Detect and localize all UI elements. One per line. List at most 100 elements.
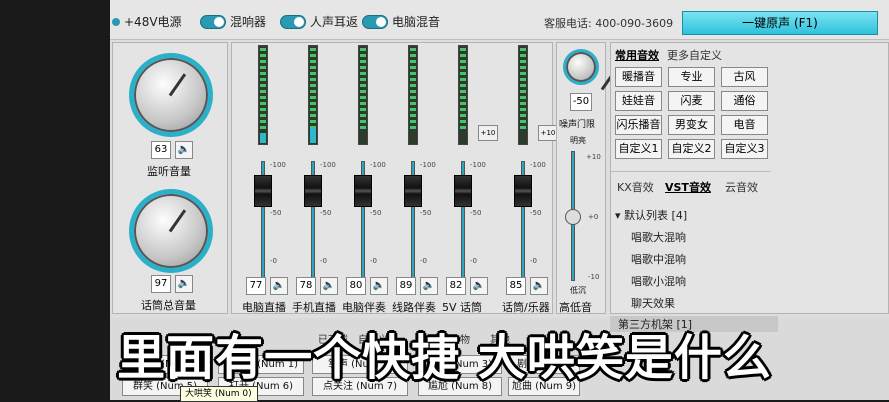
- meter-segment: [520, 114, 526, 117]
- effect-preset-button[interactable]: 闪麦: [668, 91, 715, 111]
- boost-plus10-button[interactable]: +10: [538, 125, 558, 141]
- fader-handle[interactable]: [254, 175, 272, 207]
- level-meter: [308, 45, 318, 145]
- speaker-icon[interactable]: 🔈: [420, 277, 438, 295]
- level-meter: [518, 45, 528, 145]
- noise-gate-value[interactable]: -50: [570, 93, 592, 111]
- meter-segment: [310, 78, 316, 81]
- fader-handle[interactable]: [404, 175, 422, 207]
- third-party-rack-group[interactable]: 第三方机架 [1]: [610, 316, 778, 332]
- channel-volume-value[interactable]: 77: [246, 277, 266, 295]
- monitor-volume-value[interactable]: 63: [151, 141, 171, 159]
- level-meter: [408, 45, 418, 145]
- fader-tick: -0: [420, 257, 427, 265]
- channel-volume-value[interactable]: 89: [396, 277, 416, 295]
- fader-tick: -0: [370, 257, 377, 265]
- meter-segment: [410, 84, 416, 87]
- sound-effect-button[interactable]: 掌声 (Num 2): [312, 355, 408, 374]
- meter-segment: [520, 84, 526, 87]
- meter-segment: [520, 126, 526, 129]
- fader-handle[interactable]: [454, 175, 472, 207]
- meter-segment: [460, 48, 466, 51]
- tab-downloaded[interactable]: 已下载: [318, 331, 348, 346]
- fader-tick: -100: [470, 161, 486, 169]
- fader-handle[interactable]: [514, 175, 532, 207]
- service-phone: 客服电话: 400-090-3609: [544, 17, 674, 30]
- meter-segment: [360, 102, 366, 105]
- effect-preset-button[interactable]: 自定义2: [668, 139, 715, 159]
- channel-volume-value[interactable]: 80: [346, 277, 366, 295]
- vocal-monitor-label: 人声耳返: [310, 15, 359, 29]
- speaker-icon[interactable]: 🔈: [175, 141, 193, 159]
- monitor-volume-knob[interactable]: [129, 53, 213, 137]
- speaker-icon[interactable]: 🔈: [370, 277, 388, 295]
- sound-effect-button[interactable]: 鼓励 (Num 3): [418, 355, 502, 374]
- speaker-icon[interactable]: 🔈: [270, 277, 288, 295]
- speaker-icon[interactable]: 🔈: [320, 277, 338, 295]
- fader-tick: -100: [320, 161, 336, 169]
- effect-preset-button[interactable]: 娃娃音: [615, 91, 662, 111]
- sound-effect-button[interactable]: 尴尬 (Num 8): [418, 377, 502, 396]
- effect-preset-button[interactable]: 自定义3: [721, 139, 768, 159]
- speaker-icon[interactable]: 🔈: [175, 275, 193, 293]
- list-item[interactable]: 唱歌大混响: [631, 229, 686, 245]
- meter-segment: [310, 48, 316, 51]
- mic-master-value[interactable]: 97: [151, 275, 171, 293]
- meter-segment: [410, 114, 416, 117]
- volume-knobs-panel: 63 🔈 监听音量 97 🔈 话筒总音量: [112, 42, 228, 314]
- effect-preset-button[interactable]: 男变女: [668, 115, 715, 135]
- bass-treble-handle[interactable]: [565, 209, 581, 225]
- noise-gate-knob[interactable]: [563, 49, 599, 85]
- sound-effect-button[interactable]: 大哄笑 (Num 0): [122, 355, 208, 374]
- sound-effect-button[interactable]: 剧 (Num 4): [508, 355, 580, 374]
- pc-mix-toggle[interactable]: 电脑混音: [362, 13, 440, 30]
- effect-preset-button[interactable]: 暖播音: [615, 67, 662, 87]
- tab-cloud-effects[interactable]: 云音效: [725, 179, 758, 195]
- list-item[interactable]: 聊天效果: [631, 295, 675, 311]
- list-item[interactable]: 唱歌小混响: [631, 273, 686, 289]
- effects-panel: 常用音效 更多自定义 KX音效 VST音效 云音效 ▾ 默认列表 [4] 唱歌大…: [610, 42, 889, 314]
- speaker-icon[interactable]: 🔈: [530, 277, 548, 295]
- default-list-group[interactable]: ▾ 默认列表 [4]: [615, 207, 687, 223]
- fader-tick: -50: [270, 209, 282, 217]
- meter-segment: [260, 102, 266, 105]
- effect-preset-button[interactable]: 电音: [721, 115, 768, 135]
- effect-preset-button[interactable]: 闪乐播音: [615, 115, 662, 135]
- mic-master-knob[interactable]: [129, 189, 213, 273]
- meter-segment: [460, 126, 466, 129]
- channel-label: 手机直播: [292, 301, 336, 314]
- tab-common-effects[interactable]: 常用音效: [615, 47, 659, 63]
- fader-tick: -0: [270, 257, 277, 265]
- monitor-volume-label: 监听音量: [147, 165, 191, 178]
- effect-preset-button[interactable]: 古风: [721, 67, 768, 87]
- channel-volume-value[interactable]: 82: [446, 277, 466, 295]
- channel-volume-value[interactable]: 78: [296, 277, 316, 295]
- fader-handle[interactable]: [304, 175, 322, 207]
- tab-more-custom[interactable]: 更多自定义: [667, 47, 722, 63]
- vocal-monitor-toggle[interactable]: 人声耳返: [280, 13, 358, 30]
- tab-vst-effects[interactable]: VST音效: [665, 179, 711, 195]
- fader-handle[interactable]: [354, 175, 372, 207]
- meter-segment: [310, 54, 316, 57]
- effect-preset-button[interactable]: 自定义1: [615, 139, 662, 159]
- one-click-original-button[interactable]: 一键原声 (F1): [682, 11, 878, 35]
- effect-preset-button[interactable]: 通俗: [721, 91, 768, 111]
- boost-plus10-button[interactable]: +10: [478, 125, 498, 141]
- tab-animals[interactable]: 动物: [450, 331, 470, 346]
- tab-other[interactable]: 其他: [490, 331, 510, 346]
- meter-segment: [460, 114, 466, 117]
- speaker-icon[interactable]: 🔈: [470, 277, 488, 295]
- phantom-power-toggle[interactable]: +48V电源: [112, 13, 182, 30]
- channel-volume-value[interactable]: 85: [506, 277, 526, 295]
- list-item[interactable]: 唱歌中混响: [631, 251, 686, 267]
- reverb-toggle[interactable]: 混响器: [200, 13, 266, 30]
- tab-kx-effects[interactable]: KX音效: [617, 179, 654, 195]
- channel-label: 线路伴奏: [392, 301, 436, 314]
- effect-preset-button[interactable]: 专业: [668, 67, 715, 87]
- sound-effect-button[interactable]: 点关注 (Num 7): [312, 377, 408, 396]
- sound-effect-button[interactable]: 尬曲 (Num 9): [508, 377, 580, 396]
- tab-custom[interactable]: 自定义: [358, 331, 388, 346]
- noise-gate-label: 噪声门限: [559, 120, 596, 130]
- expand-arrow-icon: ▾: [615, 209, 625, 222]
- sound-effect-button[interactable]: 小哄笑 (Num 1): [218, 355, 304, 374]
